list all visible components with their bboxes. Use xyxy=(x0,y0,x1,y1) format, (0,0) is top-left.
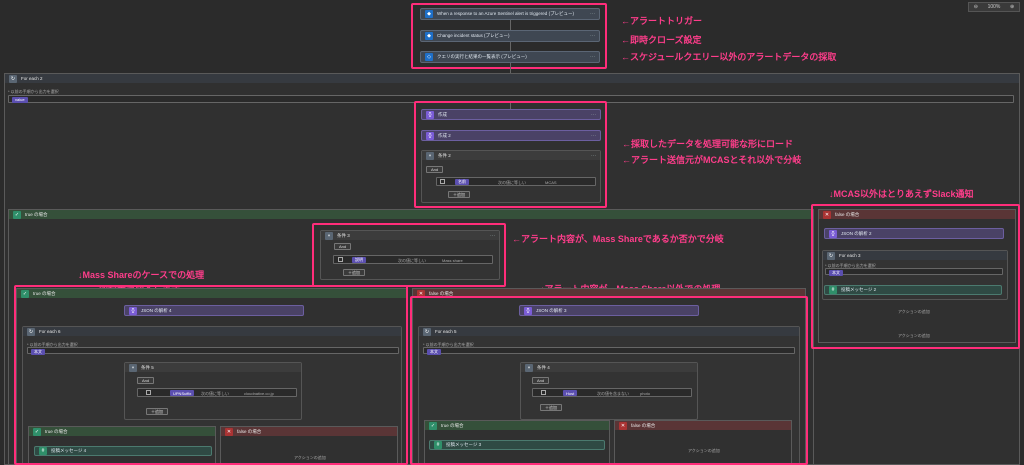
zoom-level: 100% xyxy=(987,4,1001,10)
annotation-trigger: ←アラートトリガー xyxy=(621,16,703,26)
annotation-mcas-else: ↓MCAS以外はとりあえずSlack通知 xyxy=(829,189,974,199)
true-case-header[interactable]: ✓ true の場合 xyxy=(9,210,813,219)
true-case-title: true の場合 xyxy=(25,211,48,217)
highlight-left-true xyxy=(14,285,408,465)
foreach2-title: For each 2 xyxy=(21,76,43,81)
zoom-out-icon[interactable]: ⊖ xyxy=(974,4,978,10)
annotation-mass-share-branch: ←アラート内容が、Mass Shareであるか否かで分岐 xyxy=(512,234,724,244)
zoom-control: ⊖ 100% ⊕ xyxy=(968,2,1020,12)
highlight-right-false xyxy=(410,296,808,465)
check-icon: ✓ xyxy=(13,210,21,219)
foreach2-header[interactable]: ↻ For each 2 xyxy=(5,74,1019,83)
highlight-false-outer xyxy=(811,204,1020,349)
highlight-top-steps xyxy=(411,3,607,69)
annotation-mass-share-case: ↓Mass Shareのケースでの処理 xyxy=(78,270,205,280)
loop-icon: ↻ xyxy=(9,74,17,83)
highlight-condition3 xyxy=(312,223,506,287)
highlight-compose-condition xyxy=(414,101,607,208)
annotation-branch-mcas: ←アラート送信元がMCASとそれ以外で分岐 xyxy=(622,155,802,165)
annotation-query: ←スケジュールクエリー以外のアラートデータの採取 xyxy=(621,52,837,62)
value-chip[interactable]: value xyxy=(12,96,28,103)
zoom-in-icon[interactable]: ⊕ xyxy=(1010,4,1014,10)
annotation-load: ←採取したデータを処理可能な形にロード xyxy=(622,139,794,149)
annotation-close: ←即時クローズ設定 xyxy=(621,35,702,45)
